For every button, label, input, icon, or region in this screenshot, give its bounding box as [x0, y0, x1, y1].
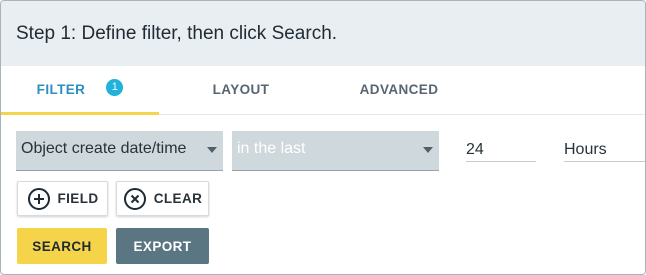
clear-button-label: CLEAR — [153, 191, 203, 206]
export-button[interactable]: EXPORT — [116, 228, 209, 264]
operator-select-value: in the last — [237, 140, 306, 157]
operator-select[interactable]: in the last — [232, 131, 439, 171]
filter-panel: Step 1: Define filter, then click Search… — [0, 0, 646, 275]
search-button-label: SEARCH — [32, 238, 92, 254]
add-field-button-label: FIELD — [57, 191, 99, 206]
active-tab-indicator — [1, 112, 159, 115]
plus-circle-icon — [27, 187, 51, 211]
add-field-button[interactable]: FIELD — [17, 181, 108, 216]
amount-input[interactable] — [466, 131, 536, 162]
tab-advanced-label: ADVANCED — [359, 81, 439, 97]
chevron-down-icon — [207, 147, 217, 153]
field-select[interactable]: Object create date/time — [16, 131, 223, 171]
page-title: Step 1: Define filter, then click Search… — [16, 22, 338, 44]
x-circle-icon — [123, 187, 147, 211]
export-button-label: EXPORT — [133, 238, 192, 254]
search-button[interactable]: SEARCH — [17, 228, 107, 264]
chevron-down-icon — [423, 147, 433, 153]
tab-advanced[interactable]: ADVANCED — [329, 66, 469, 112]
tab-layout-label: LAYOUT — [212, 81, 270, 97]
panel-header: Step 1: Define filter, then click Search… — [1, 1, 645, 66]
tab-filter[interactable]: FILTER 1 — [1, 66, 159, 112]
tab-bar: FILTER 1 LAYOUT ADVANCED — [1, 66, 645, 115]
field-select-value: Object create date/time — [21, 140, 187, 157]
tab-filter-label: FILTER — [36, 81, 86, 97]
unit-input[interactable] — [564, 131, 645, 162]
clear-button[interactable]: CLEAR — [116, 181, 209, 216]
tab-layout[interactable]: LAYOUT — [171, 66, 311, 112]
filter-count-badge: 1 — [106, 78, 124, 96]
